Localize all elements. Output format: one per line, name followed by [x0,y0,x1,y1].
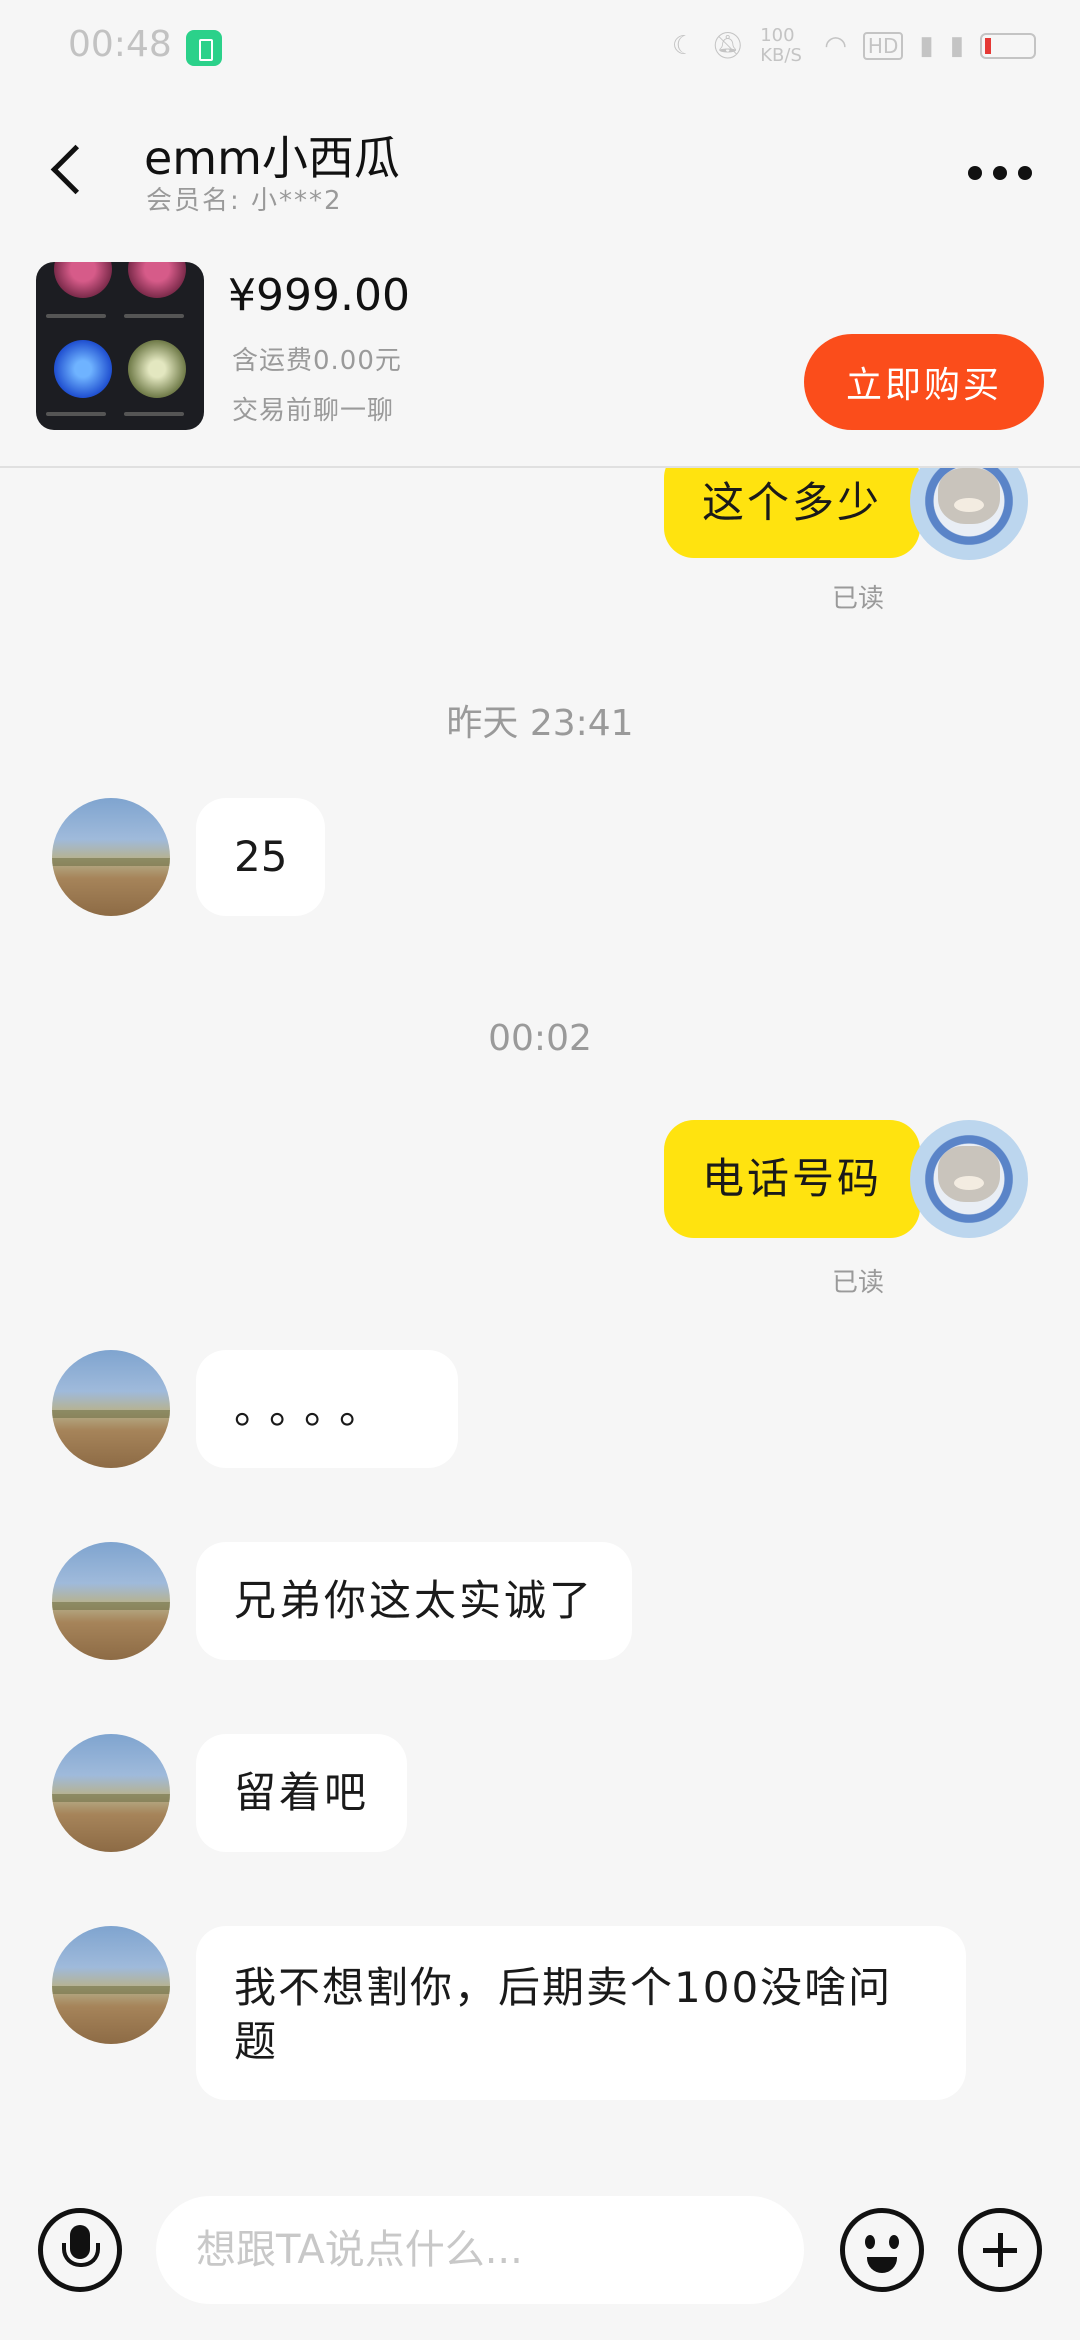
incoming-message[interactable]: 留着吧 [196,1734,408,1852]
message-input[interactable] [156,2196,804,2304]
emoji-icon[interactable] [840,2208,924,2292]
signal-icon: ▮ [949,31,964,61]
contact-avatar[interactable] [52,1734,170,1852]
more-options-icon[interactable] [960,148,1040,198]
my-avatar[interactable] [910,468,1028,560]
wifi-icon: ◠ [824,31,847,61]
timestamp: 昨天 23:41 [446,703,634,744]
contact-avatar[interactable] [52,798,170,916]
shipping-fee: 含运费0.00元 [232,346,402,376]
network-speed: 100 KB/S [760,25,802,66]
status-time: 00:48 [68,24,172,65]
incoming-message[interactable]: 。。。。 [196,1350,458,1468]
signal-icon: ▮ [919,31,934,61]
member-name: 会员名: 小***2 [146,186,343,216]
my-avatar[interactable] [910,1120,1028,1238]
hd-icon: HD [862,32,904,60]
microphone-icon[interactable] [38,2208,122,2292]
status-bar: 00:48 ☾ 🔕︎ 100 KB/S ◠ HD ▮ ▮ [0,0,1080,92]
back-icon[interactable] [44,132,104,212]
incoming-message[interactable]: 25 [196,798,326,916]
contact-avatar[interactable] [52,1350,170,1468]
incoming-message[interactable]: 兄弟你这太实诚了 [196,1542,633,1660]
chat-header: emm小西瓜 会员名: 小***2 [0,92,1080,240]
mute-icon: 🔕︎ [711,31,745,61]
read-status: 已读 [831,1268,884,1298]
moon-icon: ☾ [671,31,696,61]
contact-avatar[interactable] [52,1542,170,1660]
status-indicators: ☾ 🔕︎ 100 KB/S ◠ HD ▮ ▮ [672,24,1036,68]
incoming-message[interactable]: 我不想割你，后期卖个100没啥问题 [196,1926,966,2100]
product-thumbnail[interactable] [36,262,204,430]
contact-name: emm小西瓜 [144,131,400,185]
contact-avatar[interactable] [52,1926,170,2044]
battery-icon [980,33,1036,59]
battery-saver-icon [186,30,222,66]
read-status: 已读 [831,584,884,614]
timestamp: 00:02 [488,1018,592,1059]
input-bar [0,2180,1080,2340]
add-attachment-icon[interactable] [958,2208,1042,2292]
outgoing-message[interactable]: 电话号码 [663,1120,920,1238]
product-price: ¥999.00 [228,270,410,321]
chat-hint: 交易前聊一聊 [232,396,395,426]
buy-now-button[interactable]: 立即购买 [804,334,1044,430]
message-list[interactable]: 这个多少 已读 昨天 23:41 25 00:02 电话号码 已读 。。。。 兄… [0,468,1080,2180]
product-card[interactable]: ¥999.00 含运费0.00元 交易前聊一聊 立即购买 [0,240,1080,468]
outgoing-message[interactable]: 这个多少 [663,468,920,558]
